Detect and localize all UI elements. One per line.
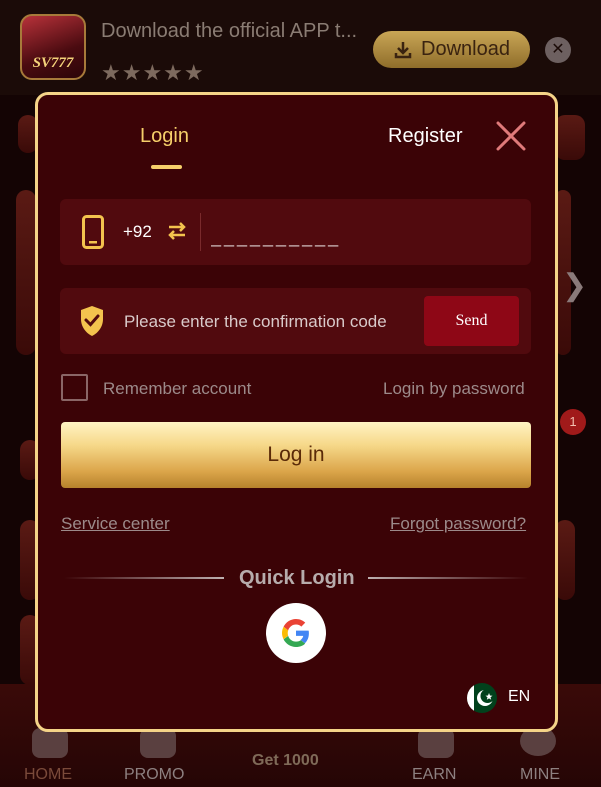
quick-login-title: Quick Login — [239, 567, 355, 589]
carousel-next-icon[interactable]: ❯ — [562, 268, 587, 303]
phone-number-input[interactable] — [211, 222, 511, 252]
country-code-selector[interactable]: +92 — [123, 222, 152, 242]
quick-login-divider-right — [368, 577, 528, 579]
bg-tile — [555, 520, 575, 600]
google-icon — [282, 619, 309, 647]
nav-promo[interactable]: PROMO — [124, 766, 184, 784]
confirmation-code-input[interactable] — [124, 310, 414, 334]
pakistan-flag-icon[interactable] — [466, 682, 498, 714]
login-button[interactable]: Log in — [61, 422, 531, 488]
remember-label[interactable]: Remember account — [103, 379, 251, 399]
rating-stars: ★★★★★ — [101, 60, 205, 85]
shield-check-icon — [81, 306, 103, 336]
service-center-link[interactable]: Service center — [61, 514, 170, 534]
swap-icon[interactable] — [166, 220, 188, 242]
remember-checkbox[interactable] — [61, 374, 88, 401]
field-divider — [200, 213, 201, 251]
app-logo: SV777 — [20, 14, 86, 80]
earn-icon — [418, 728, 454, 758]
download-label: Download — [421, 38, 510, 60]
close-icon[interactable] — [494, 119, 528, 153]
send-code-button[interactable]: Send — [424, 296, 519, 346]
tab-register[interactable]: Register — [388, 125, 462, 148]
nav-earn[interactable]: EARN — [412, 766, 456, 784]
language-label[interactable]: EN — [508, 688, 530, 706]
download-icon — [394, 41, 412, 58]
download-banner: SV777 Download the official APP t... ★★★… — [0, 0, 601, 95]
login-by-password-link[interactable]: Login by password — [383, 379, 525, 399]
app-logo-text: SV777 — [32, 55, 74, 71]
bg-game-card — [16, 190, 36, 355]
banner-close-button[interactable]: ✕ — [545, 37, 571, 63]
active-tab-indicator — [151, 165, 182, 169]
quick-login-divider-left — [64, 577, 224, 579]
bg-category-tile — [555, 115, 585, 160]
promo-icon — [140, 728, 176, 758]
tab-login[interactable]: Login — [140, 125, 189, 148]
forgot-password-link[interactable]: Forgot password? — [390, 514, 526, 534]
download-button[interactable]: Download — [373, 31, 530, 68]
nav-mine[interactable]: MINE — [520, 766, 560, 784]
banner-title: Download the official APP t... — [101, 20, 358, 42]
nav-home[interactable]: HOME — [24, 766, 72, 784]
notification-badge: 1 — [560, 409, 586, 435]
phone-icon — [82, 215, 104, 249]
home-icon — [32, 728, 68, 758]
nav-bonus[interactable]: Get 1000 — [252, 752, 319, 770]
google-login-button[interactable] — [266, 603, 326, 663]
